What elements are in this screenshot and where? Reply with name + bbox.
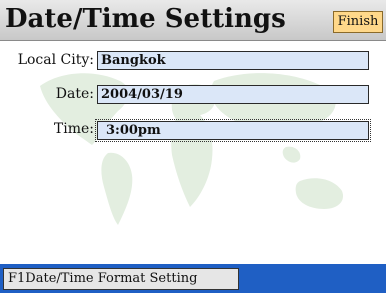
finish-button[interactable]: Finish <box>333 11 383 33</box>
local-city-label: Local City: <box>17 52 94 68</box>
time-label: Time: <box>53 121 94 137</box>
page-title: Date/Time Settings <box>5 4 286 34</box>
world-map-icon <box>40 73 344 225</box>
time-field[interactable]: 3:00pm <box>95 119 371 142</box>
status-bar: F1Date/Time Format Setting <box>0 264 386 293</box>
settings-panel: Local City: Bangkok Date: 2004/03/19 Tim… <box>0 41 386 264</box>
date-field[interactable]: 2004/03/19 <box>97 85 369 104</box>
title-bar: Date/Time Settings Finish <box>0 0 386 41</box>
format-setting-button[interactable]: F1Date/Time Format Setting <box>3 268 239 290</box>
local-city-field[interactable]: Bangkok <box>97 51 369 70</box>
date-label: Date: <box>55 86 94 102</box>
